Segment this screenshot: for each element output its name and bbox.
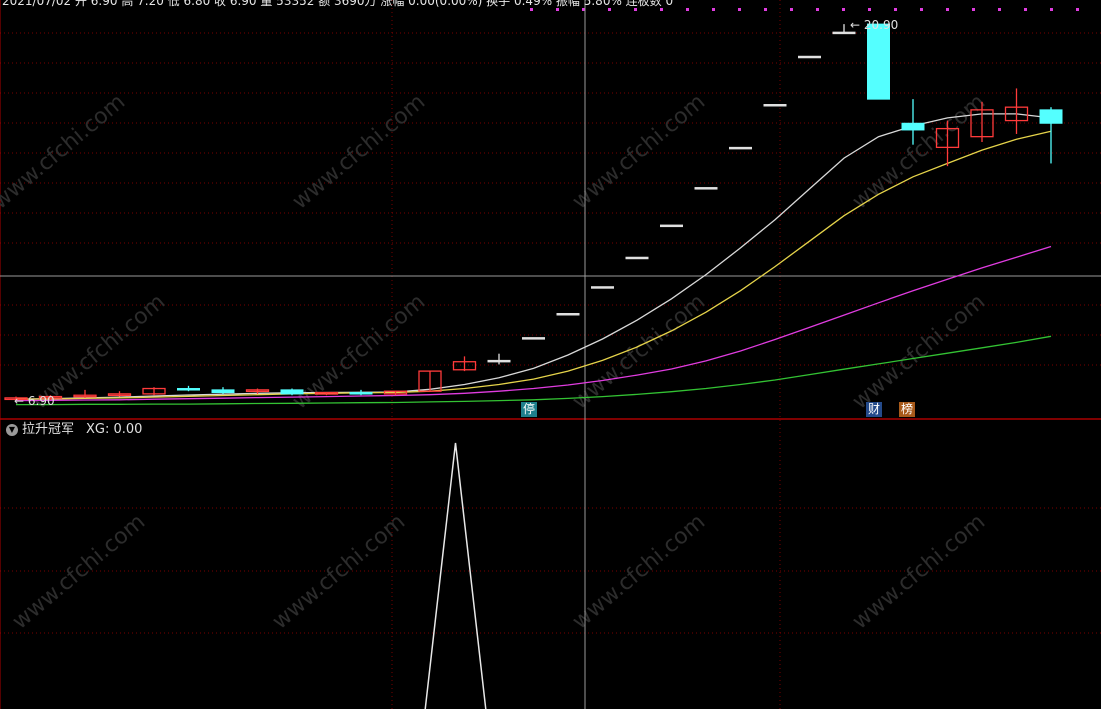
candle-body	[349, 392, 373, 395]
watermark-text: www.cfchi.com	[0, 89, 130, 214]
limit-marker	[972, 8, 975, 11]
watermark-text: www.cfchi.com	[268, 509, 410, 634]
limit-marker	[556, 8, 559, 11]
candle-body	[177, 388, 200, 391]
header-layer: 2021/07/02 开 6.90 高 7.20 低 6.80 收 6.90 量…	[2, 0, 673, 8]
candle	[694, 187, 718, 190]
indicator-dropdown-icon[interactable]: ▼	[6, 424, 18, 436]
watermark-text: www.cfchi.com	[288, 89, 430, 214]
candle-body	[1039, 109, 1063, 124]
candle	[177, 385, 200, 392]
candle-body	[522, 337, 545, 340]
watermark-text: www.cfchi.com	[568, 89, 710, 214]
candle	[763, 104, 787, 107]
limit-marker	[764, 8, 767, 11]
limit-marker	[608, 8, 611, 11]
candle	[107, 391, 132, 397]
candle-body	[625, 256, 649, 260]
xg-signal-line	[424, 442, 487, 709]
candle	[280, 388, 304, 396]
candle	[556, 313, 580, 316]
candle	[660, 224, 683, 228]
limit-marker	[894, 8, 897, 11]
candle	[798, 55, 821, 59]
watermark-text: www.cfchi.com	[848, 509, 990, 634]
limit-marker	[920, 8, 923, 11]
limit-marker	[816, 8, 819, 11]
candle-body	[660, 224, 683, 228]
low-price-label: ← 6.90	[14, 394, 55, 408]
limit-marker	[1050, 8, 1053, 11]
limit-marker	[530, 8, 533, 11]
indicator-title[interactable]: ▼ 拉升冠军 XG: 0.00	[6, 421, 142, 439]
candle-body	[487, 359, 511, 363]
watermark-text: www.cfchi.com	[8, 509, 150, 634]
limit-marker	[1076, 8, 1079, 11]
candle-body	[798, 55, 821, 59]
limit-marker	[1024, 8, 1027, 11]
limit-marker	[660, 8, 663, 11]
candle	[211, 387, 235, 394]
candle	[625, 256, 649, 260]
watermark-text: www.cfchi.com	[848, 289, 990, 414]
candle-body	[763, 104, 787, 107]
candle	[1039, 107, 1063, 164]
candle-body	[832, 31, 856, 35]
ranking-badge[interactable]: 榜	[899, 402, 915, 417]
watermark-text: www.cfchi.com	[848, 89, 990, 214]
candle-body	[901, 122, 925, 131]
limit-up-badge[interactable]: 停	[521, 402, 537, 417]
limit-marker	[998, 8, 1001, 11]
candle-body	[556, 313, 580, 316]
finance-badge[interactable]: 财	[866, 402, 882, 417]
indicator-name: 拉升冠军	[22, 422, 75, 437]
high-price-label: ← 20.90	[850, 18, 898, 32]
watermark-text: www.cfchi.com	[568, 509, 710, 634]
candle-body	[211, 389, 235, 394]
candle	[522, 337, 545, 340]
limit-marker	[790, 8, 793, 11]
candle-body	[591, 286, 614, 289]
candle	[1004, 88, 1029, 134]
candle	[591, 286, 614, 289]
limit-marker	[686, 8, 689, 11]
candle-body	[729, 146, 752, 150]
limit-marker	[842, 8, 845, 11]
candle	[73, 389, 97, 398]
limit-marker	[712, 8, 715, 11]
limit-marker	[946, 8, 949, 11]
candlestick-series	[4, 23, 1063, 402]
candle	[867, 23, 890, 100]
limit-marker	[738, 8, 741, 11]
candle-body	[867, 23, 890, 100]
candle	[349, 389, 373, 396]
candle	[487, 353, 511, 365]
limit-marker	[634, 8, 637, 11]
limit-marker	[868, 8, 871, 11]
candle-body	[280, 389, 304, 395]
quote-header-text: 2021/07/02 开 6.90 高 7.20 低 6.80 收 6.90 量…	[2, 0, 673, 8]
indicator-xg-value: XG: 0.00	[86, 422, 143, 437]
candle	[452, 356, 477, 372]
chart-canvas: www.cfchi.com www.cfchi.com www.cfchi.com w…	[0, 0, 1101, 709]
candle	[142, 387, 166, 396]
candle-body	[694, 187, 718, 190]
indicator-line-layer	[424, 442, 487, 709]
watermark-text: www.cfchi.com	[568, 289, 710, 414]
candle	[729, 146, 752, 150]
